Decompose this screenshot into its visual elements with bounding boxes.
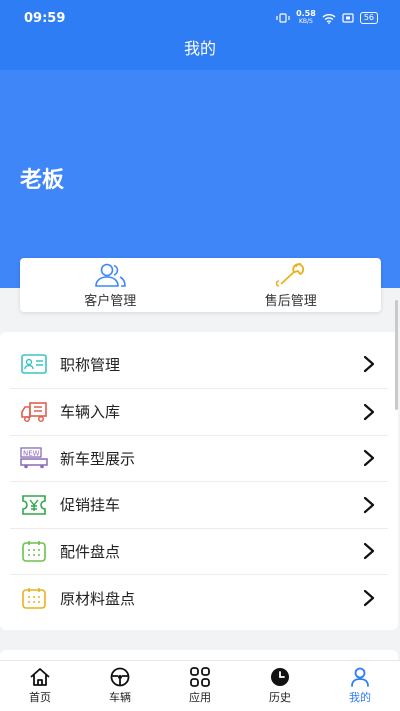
wifi-icon [322, 13, 336, 24]
chevron-right-icon [363, 403, 375, 420]
truck-icon [20, 400, 48, 424]
menu-item-label: 新车型展示 [60, 449, 136, 468]
status-bar: 09:59 0.58 KB/S 56 [0, 0, 400, 36]
user-icon [351, 667, 369, 687]
quick-action-label: 售后管理 [264, 293, 317, 309]
bottom-tab-bar: 首页 车辆 应用 历史 我的 [0, 660, 400, 711]
menu-item-parts-inventory[interactable]: 配件盘点 [10, 529, 388, 575]
status-icons: 0.58 KB/S 56 [276, 10, 378, 26]
customer-management-button[interactable]: 客户管理 [20, 258, 201, 312]
tab-label: 我的 [349, 691, 371, 704]
chevron-right-icon [363, 590, 375, 607]
tab-label: 首页 [29, 691, 51, 704]
scrollbar[interactable] [395, 300, 398, 410]
steering-wheel-icon [110, 667, 130, 687]
menu-item-label: 促销挂车 [60, 496, 121, 515]
tab-apps[interactable]: 应用 [160, 661, 240, 711]
chevron-right-icon [363, 355, 375, 373]
calendar-icon [20, 586, 48, 610]
tab-label: 历史 [269, 691, 291, 704]
profile-name: 老板 [20, 168, 65, 193]
users-icon [95, 263, 127, 287]
quick-actions-card: 客户管理 售后管理 [20, 258, 381, 312]
quick-action-label: 客户管理 [84, 293, 137, 309]
clock-icon [271, 668, 289, 686]
tab-home[interactable]: 首页 [0, 661, 80, 711]
net-speed: 0.58 KB/S [296, 9, 316, 26]
ticket-yuan-icon [20, 493, 48, 517]
tab-label: 车辆 [109, 691, 131, 704]
home-icon [30, 668, 50, 686]
new-car-icon: NEW [20, 446, 48, 470]
menu-item-label: 车辆入库 [60, 403, 121, 422]
menu-item-label: 原材料盘点 [60, 589, 136, 608]
after-sales-management-button[interactable]: 售后管理 [201, 258, 382, 312]
tab-history[interactable]: 历史 [240, 661, 320, 711]
menu-item-vehicle-stock-in[interactable]: 车辆入库 [10, 389, 388, 436]
tab-vehicles[interactable]: 车辆 [80, 661, 160, 711]
apps-grid-icon [190, 667, 210, 687]
tab-mine[interactable]: 我的 [320, 661, 400, 711]
battery-indicator: 56 [359, 12, 378, 24]
profile-banner: 老板 [0, 70, 400, 288]
sim-icon [342, 13, 354, 23]
menu-item-raw-material-inventory[interactable]: 原材料盘点 [10, 575, 388, 622]
menu-item-promotion-trailer[interactable]: 促销挂车 [10, 482, 388, 529]
chevron-right-icon [363, 450, 375, 467]
menu-list: 职称管理 车辆入库 NEW 新车型展示 促销挂车 配件盘点 原材料盘点 [0, 332, 398, 630]
menu-item-title-management[interactable]: 职称管理 [10, 332, 388, 389]
menu-item-new-model-showcase[interactable]: NEW 新车型展示 [10, 436, 388, 482]
svg-text:NEW: NEW [23, 450, 40, 458]
calendar-icon [20, 539, 48, 563]
chevron-right-icon [363, 496, 375, 513]
tab-label: 应用 [189, 691, 211, 704]
chevron-right-icon [363, 543, 375, 560]
page-title: 我的 [0, 36, 400, 70]
status-time: 09:59 [24, 10, 66, 26]
id-card-icon [20, 352, 48, 376]
vibrate-icon [276, 13, 290, 23]
menu-item-label: 配件盘点 [60, 542, 121, 561]
menu-item-label: 职称管理 [60, 355, 121, 374]
wrench-icon [275, 262, 304, 287]
